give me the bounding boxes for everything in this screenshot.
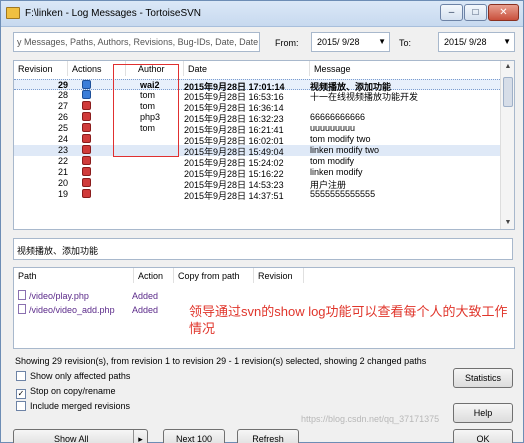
action-cell [82,189,122,200]
to-date-picker[interactable]: 2015/ 9/28 ▼ [438,32,515,52]
from-label: From: [275,38,299,48]
col-header-date[interactable]: Date [184,61,310,76]
close-button[interactable]: ✕ [488,4,519,21]
modify-action-icon [82,178,91,187]
from-date-value: 2015/ 9/28 [317,37,360,47]
modify-action-icon [82,167,91,176]
log-list[interactable]: Revision Actions Author Date Message 29 w… [13,60,515,230]
modify-action-icon [82,134,91,143]
author-highlight-box [113,64,179,157]
show-all-button[interactable]: Show All ▸ [13,429,148,443]
file-icon [18,304,26,314]
maximize-button[interactable]: □ [464,4,487,21]
path-row[interactable]: /video/play.php [18,290,89,301]
revision-cell: 28 [57,90,68,100]
ok-button[interactable]: OK [453,429,513,443]
action-cell [82,167,122,178]
revision-cell: 23 [57,145,68,155]
log-row[interactable]: 19 2015年9月28日 14:37:51 5555555555555 [14,189,504,201]
message-cell: linken modify two [310,145,380,155]
col-header-revision[interactable]: Revision [14,61,68,76]
path-action: Added [132,305,159,315]
action-cell [82,178,122,189]
minimize-button[interactable]: – [440,4,463,21]
statistics-button[interactable]: Statistics [453,368,513,388]
log-row[interactable]: 24 2015年9月28日 16:02:01 tom modify two [14,134,504,146]
chevron-down-icon: ▼ [503,37,511,46]
path-row[interactable]: /video/video_add.php [18,304,115,315]
message-cell: uuuuuuuuu [310,123,356,133]
file-icon [18,290,26,300]
col-header-message[interactable]: Message [310,61,502,76]
log-row[interactable]: 27 tom 2015年9月28日 16:36:14 [14,101,504,113]
stop-on-copy-checkbox[interactable]: ✓ Stop on copy/rename [16,386,116,399]
path-action: Added [132,291,159,301]
to-date-value: 2015/ 9/28 [444,37,487,47]
log-row[interactable]: 21 2015年9月28日 15:16:22 linken modify [14,167,504,179]
window-title: F:\linken - Log Messages - TortoiseSVN [25,8,202,19]
col-header-action[interactable]: Action [134,268,174,283]
log-scrollbar[interactable]: ▲ ▼ [500,61,514,229]
revision-cell: 29 [57,80,68,90]
scroll-up-icon[interactable]: ▲ [501,61,514,73]
revision-cell: 20 [57,178,68,188]
revision-cell: 25 [57,123,68,133]
refresh-button[interactable]: Refresh [237,429,299,443]
revision-cell: 19 [57,189,68,199]
log-messages-window: F:\linken - Log Messages - TortoiseSVN –… [0,0,524,443]
log-row[interactable]: 20 2015年9月28日 14:53:23 用户注册 [14,178,504,190]
message-cell: 5555555555555 [310,189,376,199]
message-cell: tom modify two [310,134,371,144]
action-cell [82,156,122,167]
scroll-thumb[interactable] [503,77,513,107]
from-date-picker[interactable]: 2015/ 9/28 ▼ [311,32,390,52]
watermark-text: https://blog.csdn.net/qq_37171375 [301,414,440,424]
folder-icon [6,7,20,19]
checkmark-icon[interactable]: ✓ [16,389,26,399]
scroll-down-icon[interactable]: ▼ [501,217,514,229]
modify-action-icon [82,123,91,132]
date-cell: 2015年9月28日 14:37:51 [184,191,284,201]
log-row[interactable]: 22 2015年9月28日 15:24:02 tom modify [14,156,504,168]
split-arrow-icon[interactable]: ▸ [133,430,147,443]
col-header-copy-from[interactable]: Copy from path [174,268,254,283]
log-row[interactable]: 23 2015年9月28日 15:49:04 linken modify two [14,145,504,157]
modify-action-icon [82,156,91,165]
log-row[interactable]: 25 tom 2015年9月28日 16:21:41 uuuuuuuuu [14,123,504,135]
log-row[interactable]: 29 wai2 2015年9月28日 17:01:14 视频播放、添加功能 [14,79,504,92]
log-row[interactable]: 26 php3 2015年9月28日 16:32:23 66666666666 [14,112,504,124]
status-text: Showing 29 revision(s), from revision 1 … [15,356,427,366]
to-label: To: [399,38,412,48]
col-header-path[interactable]: Path [14,268,134,283]
filter-input[interactable]: y Messages, Paths, Authors, Revisions, B… [13,32,260,52]
revision-cell: 24 [57,134,68,144]
annotation-text: 领导通过svn的show log功能可以查看每个人的大致工作情况 [189,304,508,336]
log-row[interactable]: 28 tom 2015年9月28日 16:53:16 十一在线视频播放功能开发 [14,90,504,102]
add-action-icon [82,90,91,99]
include-merged-checkbox[interactable]: Include merged revisions [16,401,130,411]
revision-cell: 26 [57,112,68,122]
message-cell: linken modify [310,167,363,177]
message-cell: 66666666666 [310,112,366,122]
revision-cell: 21 [57,167,68,177]
message-detail[interactable]: 视频播放、添加功能 [13,238,513,260]
next-100-button[interactable]: Next 100 [163,429,225,443]
revision-cell: 22 [57,156,68,166]
chevron-down-icon: ▼ [378,37,386,46]
modify-action-icon [82,145,91,154]
message-cell: tom modify [310,156,355,166]
checkbox-box[interactable] [16,401,26,411]
col-header-path-revision[interactable]: Revision [254,268,304,283]
help-button[interactable]: Help [453,403,513,423]
modify-action-icon [82,101,91,110]
modify-action-icon [82,112,91,121]
revision-cell: 27 [57,101,68,111]
modify-action-icon [82,189,91,198]
title-bar: F:\linken - Log Messages - TortoiseSVN –… [1,1,523,27]
show-affected-checkbox[interactable]: Show only affected paths [16,371,130,381]
add-action-icon [82,80,91,89]
checkbox-box[interactable] [16,371,26,381]
